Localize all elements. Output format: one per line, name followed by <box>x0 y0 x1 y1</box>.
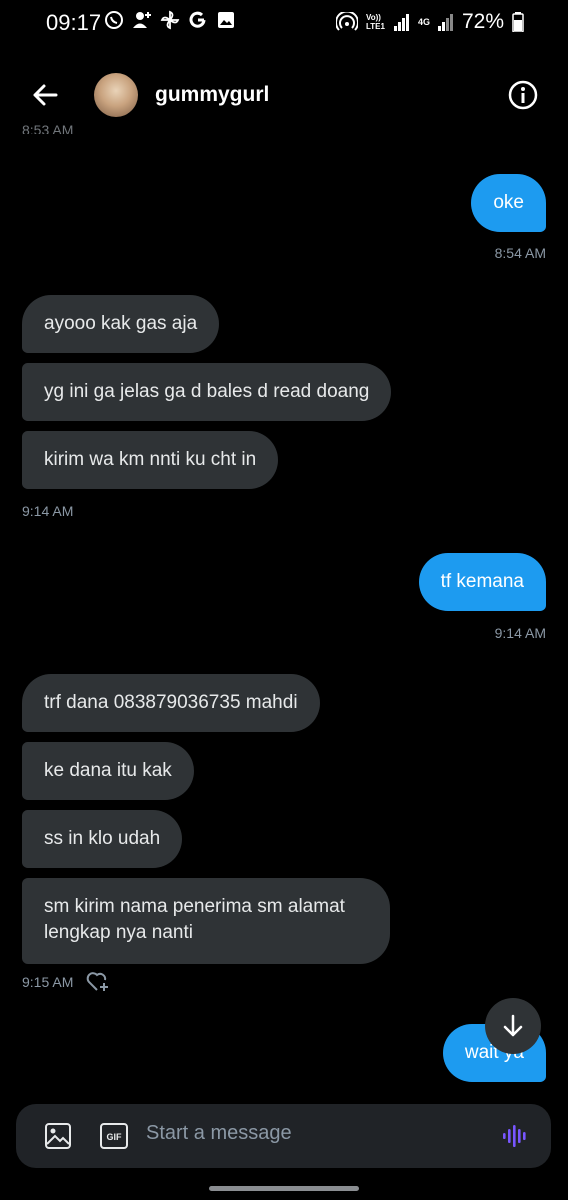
message-outgoing[interactable]: oke <box>471 174 546 232</box>
gif-button[interactable]: GIF <box>100 1123 128 1149</box>
message-input[interactable]: Start a message <box>146 1122 292 1145</box>
info-icon[interactable] <box>508 80 538 110</box>
gif-icon: GIF <box>100 1123 128 1149</box>
message-incoming[interactable]: ss in klo udah <box>22 810 183 868</box>
image-notification-icon <box>218 12 234 28</box>
status-time: 09:17 <box>46 10 102 35</box>
avatar[interactable] <box>94 73 138 117</box>
arrow-down-icon <box>503 1014 523 1037</box>
voice-message-icon[interactable] <box>501 1122 529 1150</box>
timestamp: 9:14 AM <box>494 625 546 641</box>
pinwheel-icon <box>160 10 180 30</box>
add-reaction-heart-icon[interactable] <box>86 970 110 992</box>
add-user-icon <box>133 12 151 28</box>
message-incoming[interactable]: ayooo kak gas aja <box>22 295 220 353</box>
conversation-header: gummygurl <box>0 66 568 126</box>
timestamp: 9:15 AM <box>22 974 74 990</box>
battery-icon <box>512 12 524 32</box>
signal-icon <box>393 14 409 31</box>
lte-label: Vo)) LTE1 <box>365 13 385 31</box>
signal-icon-2 <box>437 14 453 31</box>
timestamp: 9:14 AM <box>22 503 74 519</box>
battery-percent: 72% <box>461 10 504 33</box>
conversation-username[interactable]: gummygurl <box>155 83 269 107</box>
message-incoming[interactable]: trf dana 083879036735 mahdi <box>22 674 320 732</box>
back-arrow-icon[interactable] <box>28 78 62 112</box>
message-incoming[interactable]: kirim wa km nnti ku cht in <box>22 431 279 489</box>
status-bar: 09:17 Vo)) LTE1 4G 72% <box>0 0 568 46</box>
home-indicator[interactable] <box>209 1186 359 1191</box>
google-icon <box>189 11 206 28</box>
message-composer: GIF Start a message <box>16 1104 551 1168</box>
message-outgoing[interactable]: tf kemana <box>418 553 546 611</box>
whatsapp-icon <box>105 11 123 29</box>
message-incoming[interactable]: yg ini ga jelas ga d bales d read doang <box>22 363 392 421</box>
timestamp-clipped: 8:53 AM <box>22 122 74 134</box>
hotspot-icon <box>335 12 358 31</box>
scroll-to-bottom-button[interactable] <box>485 998 541 1054</box>
gif-label: GIF <box>107 1132 123 1142</box>
timestamp: 8:54 AM <box>494 245 546 261</box>
message-incoming[interactable]: sm kirim nama penerima sm alamat lengkap… <box>22 878 390 964</box>
message-incoming[interactable]: ke dana itu kak <box>22 742 194 800</box>
image-icon[interactable] <box>44 1122 72 1150</box>
4g-label: 4G <box>417 17 430 27</box>
